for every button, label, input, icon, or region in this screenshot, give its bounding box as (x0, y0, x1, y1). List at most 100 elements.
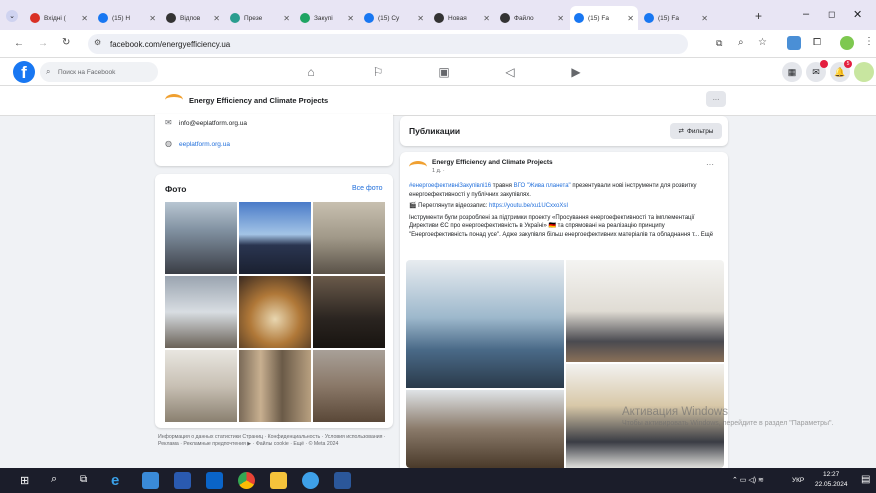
page-footer-links[interactable]: Информация о данных статистики Страниц ·… (158, 434, 390, 448)
forward-icon[interactable]: → (38, 38, 48, 49)
chatgpt-icon (434, 13, 444, 23)
close-tab-icon[interactable]: ✕ (483, 14, 490, 23)
browser-tab[interactable]: Файло ✕ (496, 8, 568, 28)
post-org-link[interactable]: ВГО "Жива планета" (514, 183, 571, 189)
search-placeholder: Поиск на Facebook (58, 68, 116, 76)
post-more-icon[interactable]: ··· (706, 160, 714, 169)
browser-menu-icon[interactable]: ⋮ (864, 36, 874, 47)
photo-thumbnail[interactable] (165, 276, 237, 348)
close-tab-icon[interactable]: ✕ (557, 14, 564, 23)
close-tab-icon[interactable]: ✕ (701, 14, 708, 23)
minimize-button[interactable]: – (803, 8, 809, 20)
watermark-title: Активация Windows (622, 406, 728, 418)
post-photo-speaker[interactable] (406, 260, 564, 388)
messenger-icon[interactable]: ✉ (806, 60, 828, 82)
start-windows-icon[interactable]: ⊞ (20, 474, 29, 487)
browser-tab[interactable]: Вхідні (✕ (26, 8, 92, 28)
close-tab-icon[interactable]: ✕ (347, 14, 354, 23)
url-field[interactable]: ⚙ facebook.com/energyefficiency.ua (88, 34, 688, 54)
chrome-icon[interactable] (238, 472, 255, 489)
taskbar-search-icon[interactable]: ⌕ (51, 473, 57, 486)
pages-nav-icon[interactable]: ⚐ (370, 64, 386, 80)
browser-tab[interactable]: Закупі ✕ (296, 8, 358, 28)
all-photos-link[interactable]: Все фото (352, 185, 383, 192)
browser-tab[interactable]: Новая ✕ (430, 8, 494, 28)
post-video-link[interactable]: https://youtu.be/xu1UCxxoXsI (489, 203, 568, 209)
photo-thumbnail[interactable] (239, 350, 311, 422)
menu-grid-icon[interactable]: ▦ (782, 62, 802, 82)
photo-thumbnail[interactable] (165, 202, 237, 274)
back-icon[interactable]: ← (14, 38, 24, 49)
photos-card: Фото Все фото (155, 174, 393, 428)
facebook-icon (644, 13, 654, 23)
browser-tab[interactable]: Презе ✕ (226, 8, 294, 28)
zoom-icon[interactable]: ⌕ (738, 37, 744, 48)
ads-nav-icon[interactable]: ◁ (502, 64, 518, 80)
post-image-collage[interactable] (406, 260, 724, 468)
close-window-button[interactable]: ✕ (853, 8, 862, 21)
chrome-profile-icon[interactable] (302, 472, 319, 489)
close-tab-icon[interactable]: ✕ (627, 14, 634, 23)
profile-avatar[interactable] (840, 36, 854, 50)
post-photo-audience[interactable] (406, 390, 564, 468)
intro-email[interactable]: info@eeplatform.org.ua (179, 120, 247, 127)
notifications-bell-icon[interactable]: 🔔 5 (830, 60, 852, 82)
post-hashtag-link[interactable]: #енергоефективніЗакупівлі16 (409, 183, 491, 189)
browser-tab[interactable]: (15) Fa ✕ (640, 8, 712, 28)
extension-icon[interactable] (787, 36, 801, 50)
close-tab-icon[interactable]: ✕ (81, 14, 88, 23)
close-tab-icon[interactable]: ✕ (417, 14, 424, 23)
edge-icon[interactable]: e (111, 472, 128, 489)
post-photo-panel[interactable] (566, 260, 724, 362)
post-time[interactable]: 1 д. · (432, 168, 445, 174)
notification-center-icon[interactable]: ▤ (861, 474, 870, 485)
app-icon[interactable] (174, 472, 191, 489)
photo-thumbnail[interactable] (239, 202, 311, 274)
post-video-prefix: 🎬 Переглянути відеозапис: (409, 203, 489, 209)
marketplace-nav-icon[interactable]: ▣ (436, 64, 452, 80)
facebook-logo-icon[interactable]: f (13, 61, 35, 83)
task-view-icon[interactable]: ⧉ (80, 474, 87, 485)
bookmark-star-icon[interactable]: ☆ (758, 37, 767, 48)
post-author-logo-icon[interactable] (409, 161, 427, 173)
photo-thumbnail[interactable] (313, 276, 385, 348)
close-tab-icon[interactable]: ✕ (213, 14, 220, 23)
page-name[interactable]: Energy Efficiency and Climate Projects (189, 96, 328, 105)
site-settings-icon[interactable]: ⚙ (94, 38, 101, 47)
photo-thumbnail[interactable] (313, 202, 385, 274)
facebook-search-input[interactable]: ⌕ Поиск на Facebook (40, 62, 158, 82)
home-nav-icon[interactable]: ⌂ (303, 64, 319, 80)
system-tray-icons[interactable]: ⌃ ▭ ◁) ≋ (732, 476, 764, 484)
install-app-icon[interactable]: ⧉ (716, 38, 722, 49)
new-tab-button[interactable]: + (755, 9, 762, 23)
intro-website-link[interactable]: eeplatform.org.ua (179, 141, 230, 148)
clock-time[interactable]: 12:27 (823, 471, 839, 478)
close-tab-icon[interactable]: ✕ (283, 14, 290, 23)
maximize-button[interactable]: ◻ (828, 9, 835, 20)
watch-nav-icon[interactable]: ▶ (568, 64, 584, 80)
app-icon[interactable] (142, 472, 159, 489)
photo-thumbnail[interactable] (313, 350, 385, 422)
browser-tab[interactable]: (15) Н ✕ (94, 8, 160, 28)
page-more-button[interactable]: ··· (706, 91, 726, 107)
intro-card: ✉ info@eeplatform.org.ua ◍ eeplatform.or… (155, 114, 393, 166)
post-author[interactable]: Energy Efficiency and Climate Projects (432, 159, 553, 166)
photo-thumbnail[interactable] (165, 350, 237, 422)
browser-tab[interactable]: (15) Су ✕ (360, 8, 428, 28)
browser-tab[interactable]: (15) Fa ✕ (570, 6, 638, 30)
tab-search-icon[interactable]: ⌄ (6, 10, 18, 22)
clock-date[interactable]: 22.05.2024 (815, 481, 848, 488)
account-avatar[interactable] (854, 62, 874, 82)
outlook-icon[interactable] (206, 472, 223, 489)
photo-thumbnail[interactable] (239, 276, 311, 348)
filters-button[interactable]: ⇄ Фильтры (670, 123, 722, 139)
extensions-puzzle-icon[interactable]: ⧠ (813, 37, 821, 48)
browser-tab[interactable]: Відпов ✕ (162, 8, 224, 28)
reload-icon[interactable]: ↻ (62, 37, 70, 48)
tab-label: Відпов (180, 14, 201, 22)
word-icon[interactable] (334, 472, 351, 489)
file-explorer-icon[interactable] (270, 472, 287, 489)
input-language[interactable]: УКР (792, 477, 804, 484)
facebook-icon (98, 13, 108, 23)
close-tab-icon[interactable]: ✕ (149, 14, 156, 23)
